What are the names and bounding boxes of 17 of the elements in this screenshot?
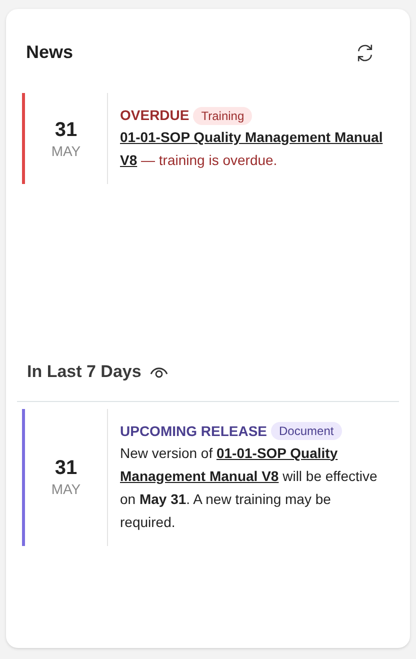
- eye-icon[interactable]: [149, 364, 170, 379]
- date-day: 31: [54, 118, 78, 142]
- status-label: OVERDUE: [120, 106, 190, 125]
- status-label: UPCOMING RELEASE: [120, 422, 268, 440]
- date-month: MAY: [51, 480, 81, 498]
- document-link[interactable]: Management Manual V8: [120, 468, 279, 484]
- document-link[interactable]: V8: [120, 152, 138, 168]
- news-message: 01-01-SOP Quality Management Manual V8 — training is overdue.: [120, 128, 384, 170]
- date-day: 31: [54, 456, 78, 480]
- news-message: New version of 01-01-SOP Quality Management Manual V8 will be effective on May 31. A new training may be required.: [120, 444, 378, 532]
- document-link[interactable]: 01-01-SOP Quality: [216, 444, 338, 460]
- section-title: In Last 7 Days: [27, 361, 142, 383]
- document-link[interactable]: 01-01-SOP Quality Management Manual: [120, 129, 383, 145]
- category-tag: Document: [271, 422, 342, 440]
- date-month: MAY: [51, 142, 81, 160]
- card-title: News: [26, 41, 74, 64]
- category-tag: Training: [193, 106, 252, 124]
